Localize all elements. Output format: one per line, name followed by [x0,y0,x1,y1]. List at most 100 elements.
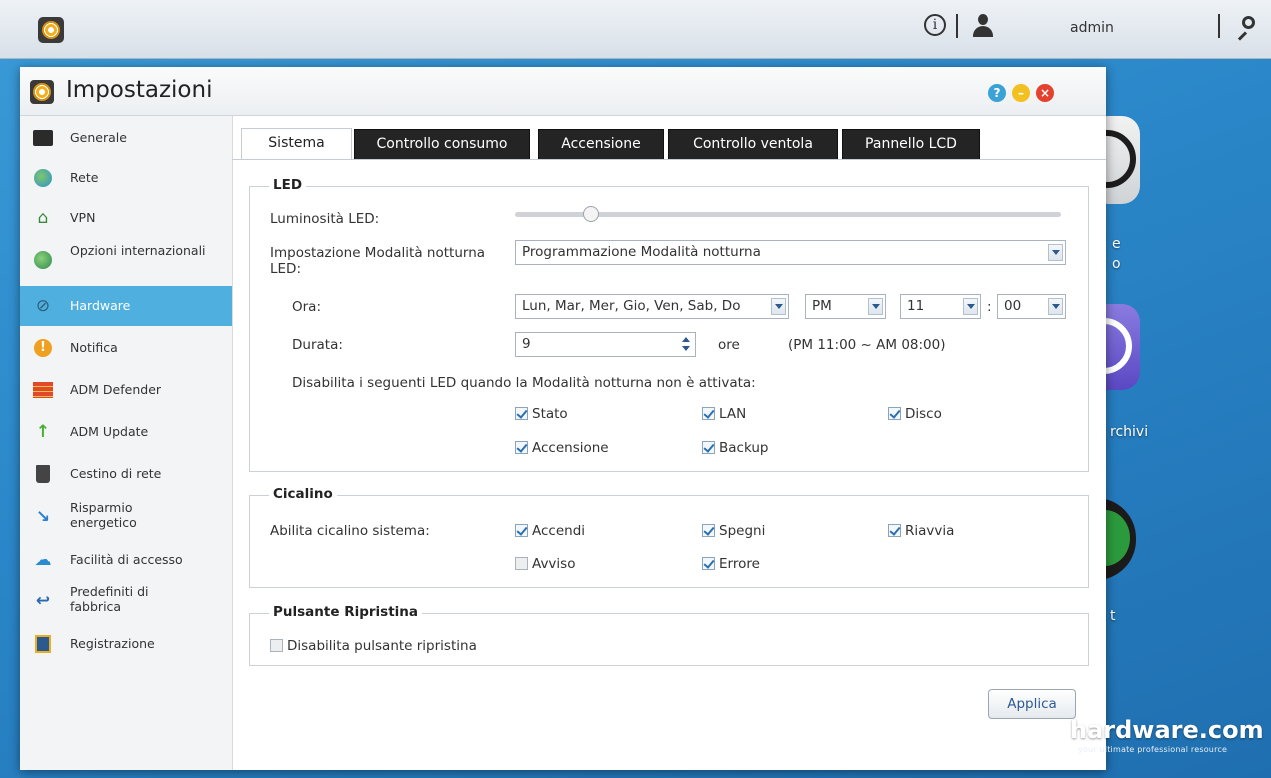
night-mode-value: Programmazione Modalità notturna [522,244,761,260]
sidebar-item-rete[interactable]: Rete [20,158,232,198]
led-checkbox-stato[interactable]: Stato [515,406,568,422]
spinner-arrows-icon[interactable] [680,336,692,353]
tab-accensione[interactable]: Accensione [538,129,664,159]
user-icon[interactable] [972,14,994,38]
sidebar-item-label: Predefiniti di fabbrica [70,584,149,614]
sidebar-item-registrazione[interactable]: Registrazione [20,624,232,664]
tab-controllo-ventola[interactable]: Controllo ventola [668,129,838,159]
user-name[interactable]: admin [1070,20,1114,36]
energy-icon: ↘ [35,507,51,527]
tab-controllo-consumo[interactable]: Controllo consumo [354,129,530,159]
led-checkbox-disco[interactable]: Disco [888,406,942,422]
close-button[interactable]: × [1036,84,1054,102]
night-mode-select[interactable]: Programmazione Modalità notturna [515,240,1066,265]
time-label: Ora: [292,299,321,315]
watermark-brand: hardware.com [1070,716,1264,744]
sidebar-item-label: Facilità di accesso [70,552,183,567]
reset-checkbox[interactable]: Disabilita pulsante ripristina [270,638,477,654]
chevron-down-icon [963,298,978,315]
buzzer-checkbox-spegni[interactable]: Spegni [702,523,765,539]
led-brightness-slider[interactable] [515,206,1061,222]
desktop-app-label: t [1110,608,1116,624]
globe-pin-icon [32,249,54,271]
led-checkbox-accensione[interactable]: Accensione [515,440,609,456]
sidebar-item-opzioni-internazionali[interactable]: Opzioni internazionali [20,238,232,282]
monitor-icon [32,127,54,149]
sidebar-item-cestino-di-rete[interactable]: Cestino di rete [20,454,232,494]
sidebar-item-label: Risparmio energetico [70,500,137,530]
buzzer-checkbox-accendi[interactable]: Accendi [515,523,585,539]
chevron-down-icon [771,298,786,315]
sidebar-item-hardware[interactable]: ⊘ Hardware [20,286,232,326]
buzzer-checkbox-avviso[interactable]: Avviso [515,556,575,572]
vpn-icon: ⌂ [37,208,49,228]
sidebar-item-generale[interactable]: Generale [20,118,232,158]
sidebar-item-label: Cestino di rete [70,466,162,481]
checkbox-icon[interactable] [515,407,528,420]
undo-icon: ↩ [35,591,51,611]
desktop-app-label: o [1112,256,1121,272]
buzzer-label: Abilita cicalino sistema: [270,523,430,539]
minute-select[interactable]: 00 [997,294,1066,319]
sidebar-item-notifica[interactable]: ! Notifica [20,328,232,368]
buzzer-checkbox-riavvia[interactable]: Riavvia [888,523,954,539]
window-titlebar[interactable]: Impostazioni ? – × [20,67,1106,116]
sidebar-item-label: Hardware [70,298,131,313]
tab-sistema[interactable]: Sistema [241,128,352,160]
buzzer-fieldset [249,495,1089,588]
desktop-app-label: e [1112,236,1121,252]
update-arrow-icon: ↑ [35,422,51,442]
checkbox-icon[interactable] [702,441,715,454]
led-checkbox-backup[interactable]: Backup [702,440,769,456]
buzzer-checkbox-errore[interactable]: Errore [702,556,760,572]
help-button[interactable]: ? [988,84,1006,102]
checkbox-icon[interactable] [888,524,901,537]
night-mode-label: Impostazione Modalità notturna LED: [270,245,486,277]
checkbox-icon[interactable] [888,407,901,420]
adm-logo-icon[interactable] [38,17,64,43]
checkbox-icon[interactable] [515,441,528,454]
led-brightness-label: Luminosità LED: [270,211,380,227]
top-bar: i admin [0,0,1271,59]
watermark-tagline: your ultimate professional resource [1078,745,1228,754]
checkbox-icon[interactable] [702,407,715,420]
duration-label: Durata: [292,337,343,353]
firewall-icon [32,379,54,401]
sidebar-item-facilita-di-accesso[interactable]: ☁ Facilità di accesso [20,540,232,580]
globe-icon [32,167,54,189]
days-select[interactable]: Lun, Mar, Mer, Gio, Ven, Sab, Do [515,294,789,319]
sidebar-item-adm-update[interactable]: ↑ ADM Update [20,412,232,452]
chevron-down-icon [1048,244,1063,261]
desktop-app-label: rchivi [1110,424,1149,440]
led-checkbox-lan[interactable]: LAN [702,406,746,422]
duration-spinner[interactable]: 9 [515,332,696,357]
reset-legend: Pulsante Ripristina [269,604,423,620]
window-title: Impostazioni [66,77,213,103]
sidebar-item-label: VPN [70,210,96,225]
hour-select[interactable]: 11 [900,294,981,319]
info-icon[interactable]: i [924,14,946,36]
sidebar-item-risparmio-energetico[interactable]: ↘ Risparmio energetico [20,494,232,538]
tab-divider [232,159,1106,160]
sidebar-item-vpn[interactable]: ⌂ VPN [20,198,232,238]
ampm-select[interactable]: PM [805,294,886,319]
duration-range: (PM 11:00 ~ AM 08:00) [788,337,946,353]
chevron-down-icon [1048,298,1063,315]
days-value: Lun, Mar, Mer, Gio, Ven, Sab, Do [522,298,741,314]
checkbox-icon[interactable] [515,524,528,537]
minimize-button[interactable]: – [1012,84,1030,102]
sidebar-item-label: ADM Update [70,424,149,439]
alert-icon: ! [32,337,54,359]
sidebar-item-adm-defender[interactable]: ADM Defender [20,370,232,410]
checkbox-icon[interactable] [515,557,528,570]
checkbox-icon[interactable] [270,639,283,652]
sidebar-item-predefiniti-di-fabbrica[interactable]: ↩ Predefiniti di fabbrica [20,578,232,622]
checkbox-icon[interactable] [702,557,715,570]
duration-unit: ore [718,337,740,353]
apply-button[interactable]: Applica [988,689,1076,719]
checkbox-icon[interactable] [702,524,715,537]
top-separator [956,14,958,38]
tab-pannello-lcd[interactable]: Pannello LCD [842,129,980,159]
led-fieldset [249,186,1089,472]
search-icon[interactable] [1236,14,1260,41]
